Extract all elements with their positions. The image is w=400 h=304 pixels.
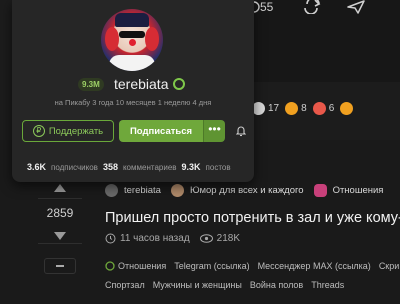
- verified-icon: [173, 78, 185, 90]
- support-label: Поддержать: [48, 125, 104, 137]
- tags-row-1: Отношения Telegram (ссылка) Мессенджер M…: [105, 261, 399, 271]
- heart-icon: [313, 184, 327, 197]
- more-options-button[interactable]: •••: [203, 120, 225, 142]
- share-icon[interactable]: [346, 0, 366, 19]
- subscribers-count: 3.6K: [27, 162, 47, 172]
- support-button[interactable]: ₽ Поддержать: [22, 120, 114, 142]
- ruble-icon: ₽: [32, 125, 45, 137]
- posts-count: 9.3K: [181, 162, 201, 172]
- minus-icon: [56, 265, 64, 267]
- reaction-4[interactable]: [340, 101, 354, 115]
- repost-icon[interactable]: [302, 0, 322, 19]
- post-info: 11 часов назад 218K: [105, 233, 240, 244]
- hand-emoji-icon: [340, 101, 354, 115]
- member-since: на Пикабу 3 года 10 месяцев 1 неделю 4 д…: [54, 98, 212, 107]
- clock-icon: [105, 233, 116, 244]
- reaction-2[interactable]: 8: [285, 101, 307, 115]
- tag[interactable]: Скри: [379, 261, 399, 271]
- vote-count: 2859: [46, 206, 74, 220]
- reaction-1[interactable]: 17: [252, 101, 279, 115]
- subscribers-label: подписчиков: [51, 163, 98, 172]
- community-avatar[interactable]: [170, 184, 184, 197]
- comments-count: 55: [260, 0, 274, 14]
- face-emoji-icon: [285, 101, 299, 115]
- post-category[interactable]: Отношения: [333, 185, 384, 196]
- post-time: 11 часов назад: [120, 233, 190, 244]
- tag[interactable]: Отношения: [118, 261, 166, 271]
- comments-count-profile: 358: [102, 162, 118, 172]
- post-community[interactable]: Юмор для всех и каждого: [190, 185, 304, 196]
- rating-badge: 9.3M: [78, 78, 104, 91]
- comments-label: комментариев: [122, 163, 177, 172]
- reaction-3[interactable]: 6: [312, 101, 334, 115]
- tag[interactable]: Война полов: [250, 280, 303, 290]
- post-author[interactable]: terebiata: [124, 185, 161, 196]
- profile-username[interactable]: terebiata: [114, 76, 168, 92]
- tag[interactable]: Спортзал: [105, 280, 145, 290]
- tag-icon: [105, 261, 115, 271]
- tag[interactable]: Мессенджер MAX (ссылка): [258, 261, 371, 271]
- tag[interactable]: Threads: [311, 280, 344, 290]
- subscribe-button[interactable]: Подписаться: [119, 120, 203, 142]
- eye-icon: [199, 234, 213, 243]
- profile-counts: 3.6K подписчиков 358 комментариев 9.3K п…: [27, 162, 231, 172]
- posts-label: постов: [205, 163, 231, 172]
- clown-emoji-icon: [312, 101, 326, 115]
- downvote-icon[interactable]: [54, 232, 66, 240]
- tags-row-2: Спортзал Мужчины и женщины Война полов T…: [105, 280, 344, 290]
- profile-avatar[interactable]: [101, 9, 163, 71]
- tag[interactable]: Telegram (ссылка): [174, 261, 249, 271]
- tag[interactable]: Мужчины и женщины: [153, 280, 242, 290]
- post-title[interactable]: Пришел просто потренить в зал и уже кому…: [105, 210, 400, 226]
- post-views: 218K: [216, 233, 241, 244]
- bell-icon[interactable]: [235, 124, 247, 137]
- reactions-row: 17 8 6: [252, 100, 354, 116]
- author-avatar[interactable]: [105, 184, 118, 197]
- post-meta: terebiata Юмор для всех и каждого Отноше…: [105, 184, 383, 197]
- upvote-icon[interactable]: [54, 184, 66, 192]
- hide-post-button[interactable]: [44, 258, 76, 274]
